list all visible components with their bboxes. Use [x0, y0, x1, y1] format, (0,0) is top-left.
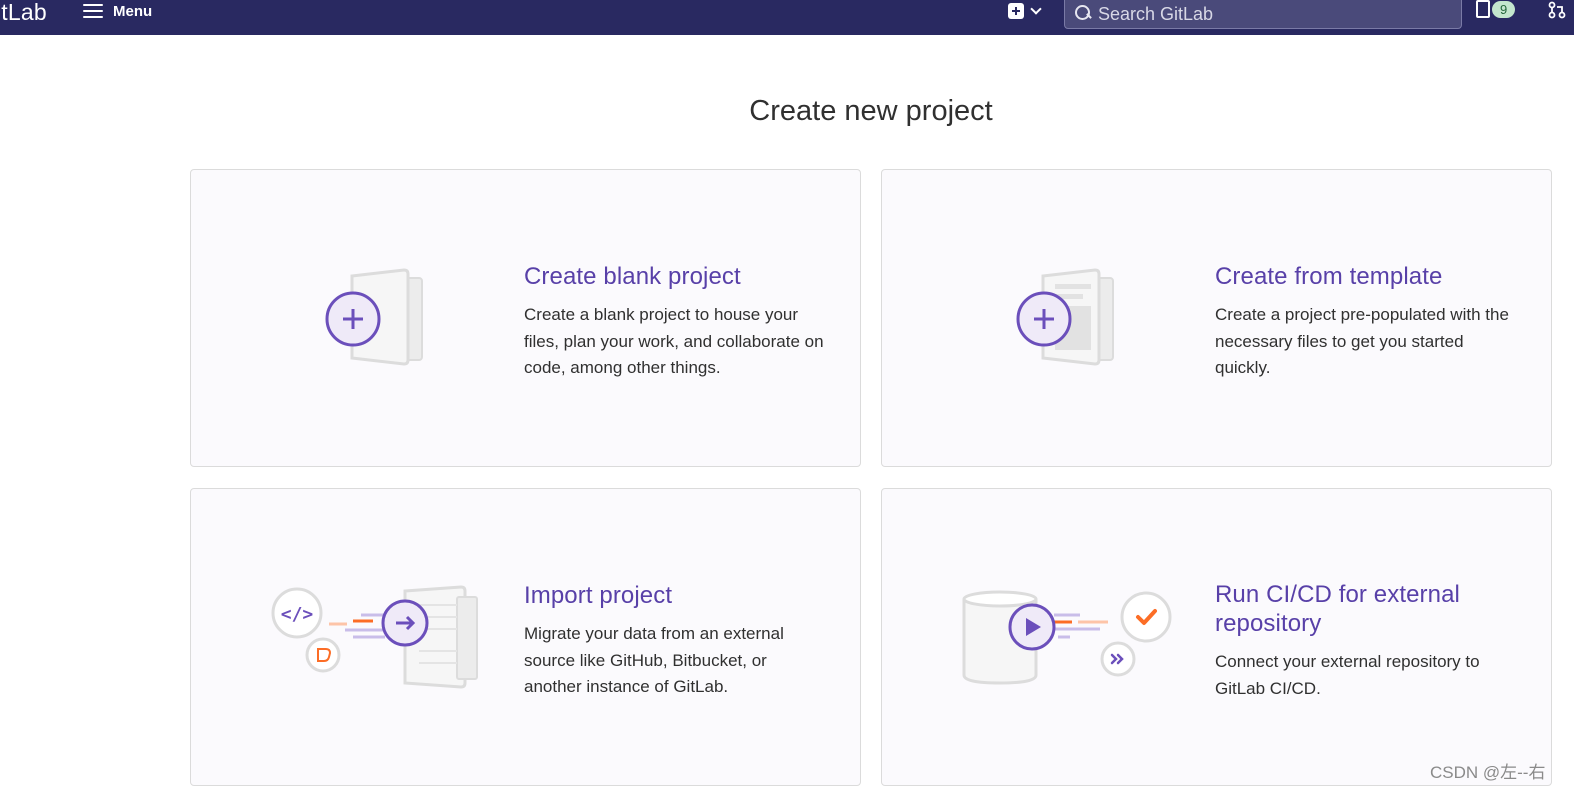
svg-text:</>: </> — [281, 604, 314, 625]
todo-count-badge: 9 — [1492, 1, 1516, 18]
card-description: Create a blank project to house your fil… — [524, 305, 824, 377]
card-title: Import project — [524, 582, 673, 609]
menu-label: Menu — [113, 2, 153, 20]
card-title: Run CI/CD for external repository — [1215, 581, 1460, 637]
todo-button[interactable]: 9 — [1476, 0, 1516, 18]
run-cicd-external-repo-card[interactable]: Run CI/CD for external repository Connec… — [881, 488, 1552, 786]
blank-project-illustration — [325, 268, 423, 366]
cicd-external-illustration — [962, 590, 1172, 685]
import-project-card[interactable]: </> Import project Migrate your data fro… — [190, 488, 861, 786]
card-description: Create a project pre-populated with the … — [1215, 305, 1509, 377]
hamburger-icon — [83, 4, 103, 18]
search-input[interactable] — [1098, 0, 1438, 25]
card-title: Create from template — [1215, 263, 1443, 290]
gitlab-logo-text[interactable]: itLab — [0, 0, 47, 26]
todo-icon — [1476, 0, 1490, 18]
page-title: Create new project — [749, 95, 993, 127]
create-blank-project-card[interactable]: Create blank project Create a blank proj… — [190, 169, 861, 467]
top-navbar: itLab Menu 9 — [0, 0, 1574, 35]
menu-button[interactable]: Menu — [83, 1, 152, 21]
new-dropdown-button[interactable] — [1008, 2, 1042, 20]
plus-square-icon — [1008, 3, 1024, 19]
card-description: Migrate your data from an external sourc… — [524, 624, 784, 696]
watermark: CSDN @左--右 — [1430, 763, 1546, 782]
search-box[interactable] — [1064, 0, 1462, 29]
import-project-illustration: </> — [271, 585, 478, 689]
card-title: Create blank project — [524, 263, 741, 290]
search-icon — [1075, 4, 1091, 21]
merge-request-icon[interactable] — [1548, 1, 1566, 19]
card-description: Connect your external repository to GitL… — [1215, 652, 1480, 698]
chevron-down-icon — [1030, 3, 1042, 15]
create-from-template-card[interactable]: Create from template Create a project pr… — [881, 169, 1552, 467]
template-project-illustration — [1016, 268, 1114, 366]
